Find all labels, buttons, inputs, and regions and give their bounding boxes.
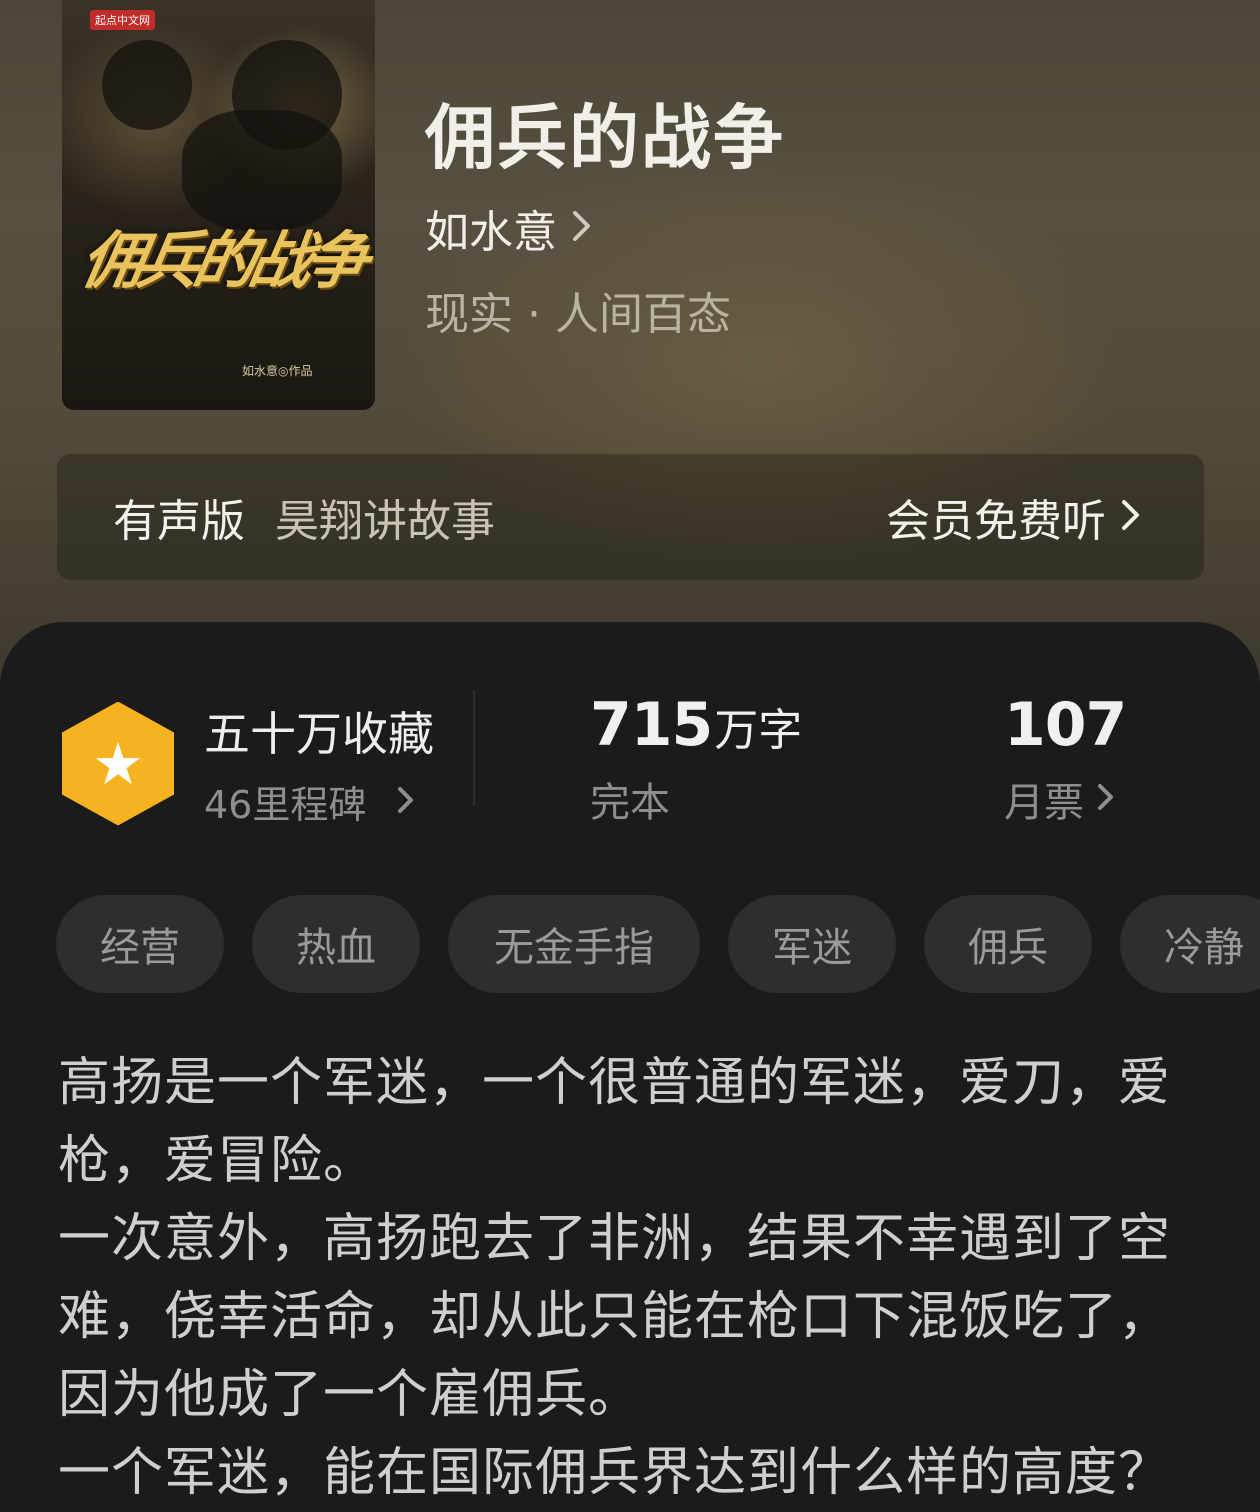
- member-free-listen-button[interactable]: 会员免费听: [886, 485, 1142, 549]
- tag-chip[interactable]: 热血: [252, 895, 420, 993]
- monthly-ticket-label: 月票: [1004, 780, 1084, 826]
- milestones-count: 46里程碑: [204, 783, 367, 827]
- tag-chip[interactable]: 经营: [56, 895, 224, 993]
- book-description: 高扬是一个军迷，一个很普通的军迷，爱刀，爱枪，爱冒险。 一次意外，高扬跑去了非洲…: [58, 1044, 1198, 1512]
- author-link[interactable]: 如水意: [425, 196, 593, 260]
- chevron-right-icon: [396, 780, 416, 824]
- audio-narrator: 昊翔讲故事: [275, 496, 495, 547]
- audio-edition-bar[interactable]: 有声版 昊翔讲故事 会员免费听: [57, 454, 1204, 580]
- description-paragraph: 一次意外，高扬跑去了非洲，结果不幸遇到了空难，侥幸活命，却从此只能在枪口下混饭吃…: [58, 1209, 1172, 1425]
- star-icon: ★: [62, 701, 174, 826]
- word-count-stat: 715万字 完本: [590, 690, 802, 828]
- chevron-right-icon: [1096, 776, 1116, 822]
- description-paragraph: 高扬是一个军迷，一个很普通的军迷，爱刀，爱枪，爱冒险。: [58, 1053, 1172, 1191]
- book-cover[interactable]: 起点中文网 佣兵的战争 如水意◎作品: [62, 0, 375, 410]
- tag-chip[interactable]: 冷静: [1120, 895, 1260, 993]
- member-free-listen-label: 会员免费听: [886, 496, 1106, 547]
- monthly-ticket-stat[interactable]: 107 月票: [1004, 690, 1127, 828]
- cover-figure-body: [182, 110, 342, 230]
- chevron-right-icon: [1120, 492, 1142, 543]
- monthly-ticket-count: 107: [1004, 690, 1127, 760]
- publisher-badge: 起点中文网: [90, 10, 155, 30]
- book-header: 起点中文网 佣兵的战争 如水意◎作品 佣兵的战争 如水意 现实 · 人间百态: [0, 0, 1260, 700]
- audio-label: 有声版: [113, 496, 245, 547]
- tag-list: 经营 热血 无金手指 军迷 佣兵 冷静: [56, 895, 1260, 993]
- word-count-unit: 万字: [714, 705, 803, 756]
- cover-author-credit: 如水意◎作品: [242, 364, 313, 378]
- completion-status: 完本: [590, 780, 670, 826]
- book-genre: 现实 · 人间百态: [425, 289, 731, 340]
- chevron-right-icon: [571, 203, 593, 254]
- book-title: 佣兵的战争: [425, 96, 785, 179]
- cover-title-art: 佣兵的战争: [75, 224, 369, 297]
- cover-figure-left: [102, 40, 192, 130]
- description-paragraph: 一个军迷，能在国际佣兵界达到什么样的高度？: [58, 1443, 1172, 1503]
- collection-count: 五十万收藏: [204, 707, 434, 761]
- tag-chip[interactable]: 无金手指: [448, 895, 700, 993]
- tag-chip[interactable]: 佣兵: [924, 895, 1092, 993]
- author-name: 如水意: [425, 207, 557, 258]
- tag-chip[interactable]: 军迷: [728, 895, 896, 993]
- collection-stat[interactable]: ★ 五十万收藏 46里程碑: [62, 698, 434, 829]
- stat-divider: [473, 690, 475, 806]
- word-count-value: 715: [590, 690, 713, 760]
